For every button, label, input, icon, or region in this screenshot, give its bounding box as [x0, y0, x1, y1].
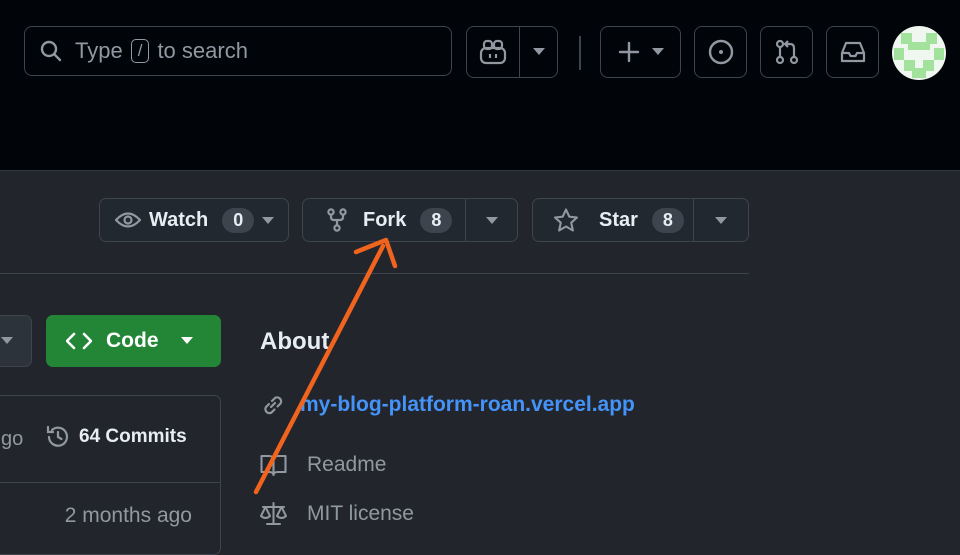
readme-link[interactable]: Readme	[260, 453, 386, 477]
global-header: Type / to search	[0, 0, 960, 171]
license-label: MIT license	[307, 502, 414, 525]
inbox-button[interactable]	[826, 26, 879, 78]
caret-down-icon	[533, 48, 545, 55]
watch-count: 0	[222, 207, 255, 233]
caret-down-icon	[651, 48, 664, 55]
inbox-icon	[840, 41, 865, 63]
link-icon	[264, 396, 283, 415]
homepage-link[interactable]: my-blog-platform-roan.vercel.app	[260, 392, 635, 418]
about-title: About	[260, 328, 330, 355]
header-divider	[579, 36, 581, 70]
fork-button-group: Fork 8	[302, 198, 518, 242]
license-link[interactable]: MIT license	[260, 501, 414, 527]
issues-button[interactable]	[694, 26, 747, 78]
caret-down-icon	[181, 337, 193, 344]
fork-button[interactable]: Fork 8	[303, 199, 453, 241]
repo-forked-icon	[327, 208, 347, 232]
fork-count: 8	[420, 207, 453, 233]
star-label: Star	[599, 208, 638, 231]
search-icon	[39, 39, 63, 63]
star-icon	[553, 207, 579, 232]
caret-down-icon[interactable]	[715, 217, 727, 225]
create-new-button[interactable]	[600, 26, 681, 78]
latest-commit-box: go 64 Commits 2 months ago	[0, 395, 221, 555]
row-divider	[0, 482, 220, 483]
git-pull-request-icon	[775, 39, 798, 65]
code-button[interactable]: Code	[46, 315, 221, 367]
pull-requests-button[interactable]	[760, 26, 813, 78]
code-label: Code	[106, 329, 159, 352]
star-count: 8	[651, 207, 684, 233]
fork-label: Fork	[363, 208, 407, 231]
homepage-url: my-blog-platform-roan.vercel.app	[300, 393, 635, 416]
eye-icon	[115, 212, 141, 228]
search-suffix: to search	[157, 38, 248, 63]
copilot-icon	[479, 39, 507, 65]
copilot-dropdown[interactable]	[520, 27, 558, 77]
copilot-button[interactable]	[467, 27, 519, 77]
caret-down-icon	[262, 217, 274, 224]
caret-down-icon[interactable]	[486, 217, 498, 225]
search-input[interactable]: Type / to search	[24, 26, 452, 76]
commits-link[interactable]: 64 Commits	[45, 424, 187, 450]
commits-count: 64 Commits	[79, 426, 187, 447]
law-icon	[260, 502, 287, 525]
history-icon	[46, 425, 69, 447]
search-prefix: Type	[75, 38, 123, 63]
header-separator	[0, 273, 749, 274]
last-commit-time: 2 months ago	[64, 504, 192, 527]
issue-opened-icon	[708, 39, 733, 65]
watch-button-group[interactable]: Watch 0	[99, 198, 289, 242]
identicon	[894, 33, 944, 78]
book-icon	[260, 454, 287, 477]
caret-down-icon	[1, 337, 13, 344]
user-avatar[interactable]	[892, 26, 946, 80]
star-button[interactable]: Star 8	[533, 199, 684, 241]
code-icon	[66, 332, 92, 350]
star-button-group: Star 8	[532, 198, 749, 242]
plus-icon	[618, 41, 639, 63]
search-shortcut-key: /	[130, 39, 150, 63]
watch-label: Watch	[149, 208, 209, 231]
readme-label: Readme	[307, 453, 387, 476]
copilot-button-group	[466, 26, 558, 78]
commit-time-partial: go	[1, 428, 24, 450]
branch-dropdown-button[interactable]	[0, 315, 32, 367]
